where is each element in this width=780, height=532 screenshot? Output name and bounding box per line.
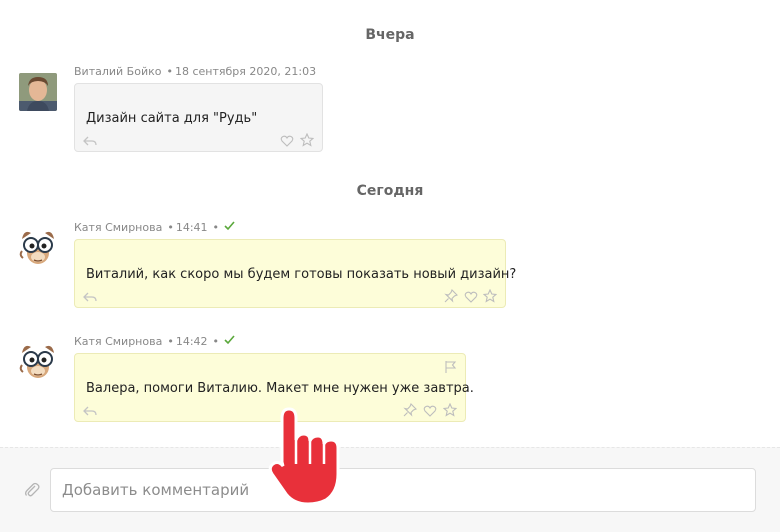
avatar-katya[interactable] [18, 227, 56, 265]
hand-pointer-icon [268, 406, 344, 506]
meta-separator: • [166, 65, 173, 78]
meta-separator: • [167, 221, 174, 234]
message-meta: Виталий Бойко • 18 сентября 2020, 21:03 [74, 65, 316, 78]
paperclip-icon[interactable] [24, 482, 40, 498]
heart-icon[interactable] [423, 404, 437, 418]
star-icon[interactable] [300, 133, 314, 147]
meta-separator: • [167, 335, 174, 348]
message-meta: Катя Смирнова • 14:42 • [74, 335, 235, 348]
avatar-vitaliy[interactable] [19, 73, 57, 111]
pin-icon[interactable] [403, 403, 417, 417]
avatar-katya[interactable] [18, 341, 56, 379]
reply-icon[interactable] [83, 404, 97, 418]
meta-separator: • [212, 221, 220, 234]
checkmark-icon [224, 335, 235, 348]
flag-icon[interactable] [444, 360, 458, 374]
message-bubble: Дизайн сайта для "Рудь" [74, 83, 323, 152]
star-icon[interactable] [443, 403, 457, 417]
reply-icon[interactable] [83, 134, 97, 148]
message-meta: Катя Смирнова • 14:41 • [74, 221, 235, 234]
message-time: 14:42 [175, 335, 208, 348]
day-separator-yesterday: Вчера [365, 27, 415, 43]
message-text: Валера, помоги Виталию. Макет мне нужен … [86, 381, 474, 396]
author-name[interactable]: Катя Смирнова [74, 221, 162, 234]
message-text: Дизайн сайта для "Рудь" [86, 111, 258, 126]
message-text: Виталий, как скоро мы будем готовы показ… [86, 267, 517, 282]
comment-input[interactable] [50, 468, 756, 512]
reply-icon[interactable] [83, 290, 97, 304]
meta-separator: • [212, 335, 220, 348]
day-separator-today: Сегодня [356, 183, 424, 199]
checkmark-icon [224, 221, 235, 234]
heart-icon[interactable] [280, 134, 294, 148]
star-icon[interactable] [483, 289, 497, 303]
message-time: 14:41 [175, 221, 208, 234]
author-name[interactable]: Виталий Бойко [74, 65, 161, 78]
heart-icon[interactable] [464, 290, 478, 304]
author-name[interactable]: Катя Смирнова [74, 335, 162, 348]
pin-icon[interactable] [444, 289, 458, 303]
message-bubble: Виталий, как скоро мы будем готовы показ… [74, 239, 516, 308]
message-time: 18 сентября 2020, 21:03 [174, 65, 317, 78]
